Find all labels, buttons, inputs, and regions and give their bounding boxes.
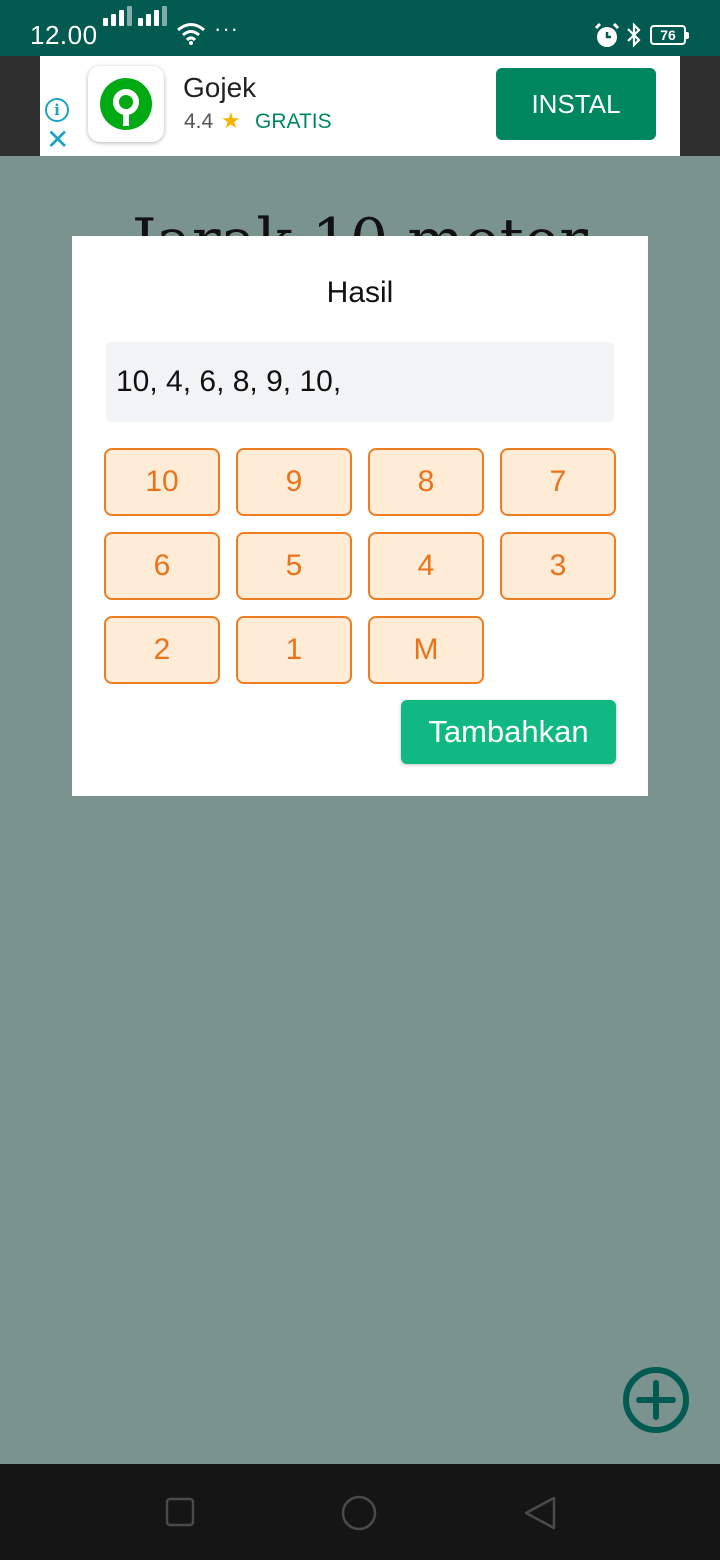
add-button[interactable]: Tambahkan (401, 700, 616, 764)
ad-info-icon[interactable]: i (45, 98, 69, 122)
score-button-10[interactable]: 10 (104, 448, 220, 516)
status-bar: 12.00 ··· 76 (0, 0, 720, 56)
star-icon: ★ (221, 108, 241, 133)
dialog-title: Hasil (326, 276, 394, 309)
score-button-miss[interactable]: M (368, 616, 484, 684)
bluetooth-icon (627, 22, 641, 48)
score-button-2[interactable]: 2 (104, 616, 220, 684)
home-icon[interactable] (340, 1494, 378, 1532)
navigation-bar (0, 1464, 720, 1560)
score-button-7[interactable]: 7 (500, 448, 616, 516)
app-logo[interactable] (88, 66, 164, 142)
recents-icon[interactable] (164, 1496, 196, 1528)
ad-close-icon[interactable]: ✕ (46, 126, 69, 154)
more-notifications-icon: ··· (214, 16, 239, 41)
alarm-icon (594, 23, 620, 47)
ad-margin-right (680, 56, 720, 156)
score-button-3[interactable]: 3 (500, 532, 616, 600)
score-button-5[interactable]: 5 (236, 532, 352, 600)
score-button-1[interactable]: 1 (236, 616, 352, 684)
add-circle-icon[interactable] (622, 1366, 690, 1434)
battery-icon: 76 (650, 25, 689, 45)
back-icon[interactable] (522, 1495, 558, 1531)
ad-banner[interactable]: i ✕ Gojek 4.4 ★ GRATIS INSTAL (40, 56, 680, 156)
ad-price: GRATIS (255, 110, 332, 133)
result-field[interactable]: 10, 4, 6, 8, 9, 10, (106, 342, 614, 422)
install-button[interactable]: INSTAL (496, 68, 656, 140)
ad-margin-left (0, 56, 40, 156)
score-button-9[interactable]: 9 (236, 448, 352, 516)
score-button-6[interactable]: 6 (104, 532, 220, 600)
ad-rating: 4.4 (184, 110, 214, 133)
score-button-4[interactable]: 4 (368, 532, 484, 600)
score-button-8[interactable]: 8 (368, 448, 484, 516)
ad-app-name[interactable]: Gojek (183, 72, 256, 104)
status-time: 12.00 (30, 20, 98, 50)
wifi-icon (177, 23, 205, 45)
result-dialog: Hasil 10, 4, 6, 8, 9, 10, 10 9 8 7 6 5 4… (72, 236, 648, 796)
